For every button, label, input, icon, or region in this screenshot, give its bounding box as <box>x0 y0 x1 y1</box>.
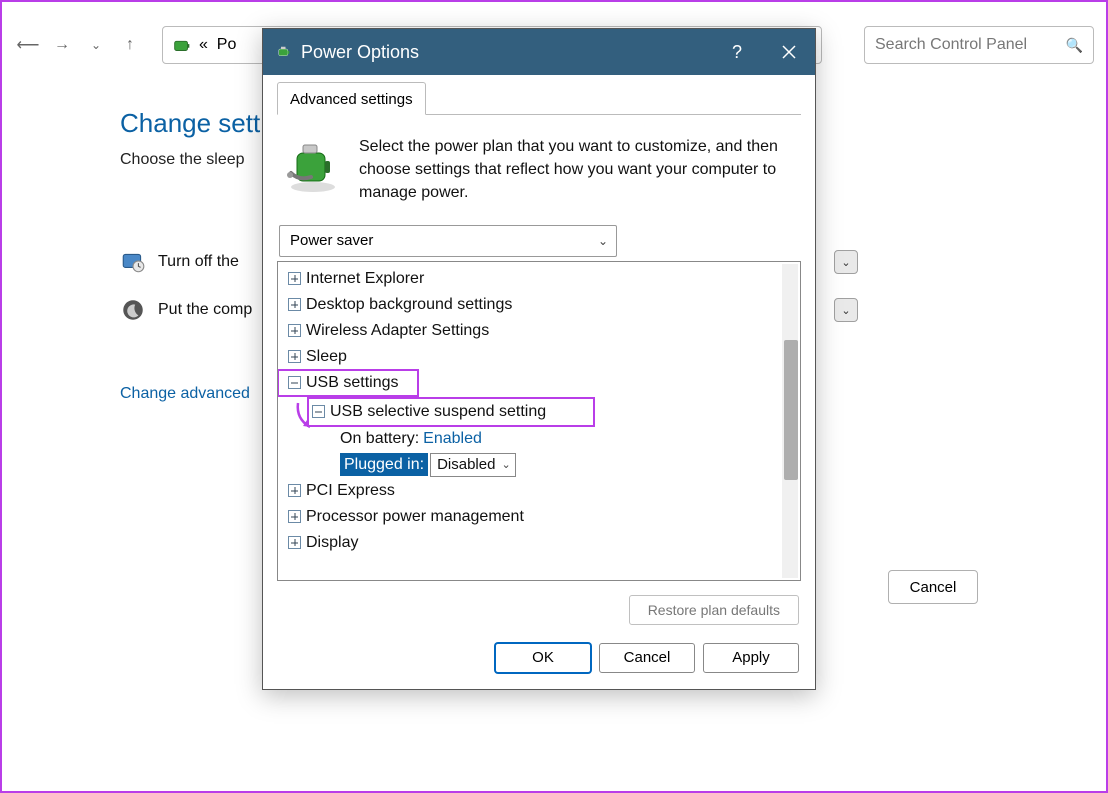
settings-tree: Internet Explorer Desktop background set… <box>277 261 801 581</box>
tree-item-cpu[interactable]: Processor power management <box>278 504 780 530</box>
collapse-icon[interactable] <box>288 376 301 389</box>
power-plan-value: Power saver <box>290 232 373 249</box>
expand-icon[interactable] <box>288 484 301 497</box>
display-timeout-select[interactable]: ⌄ <box>834 250 858 274</box>
ok-button[interactable]: OK <box>495 643 591 673</box>
search-input[interactable]: Search Control Panel 🔍 <box>864 26 1094 64</box>
nav-forward-icon[interactable]: → <box>48 31 76 59</box>
tree-item-display[interactable]: Display <box>278 530 780 556</box>
chevron-down-icon: ⌄ <box>598 234 608 248</box>
dialog-icon <box>275 43 293 61</box>
search-placeholder: Search Control Panel <box>875 36 1027 54</box>
close-button[interactable] <box>763 29 815 75</box>
tree-value-plugged-in: Plugged in: Disabled ⌄ <box>278 452 780 478</box>
power-plan-select[interactable]: Power saver ⌄ <box>279 225 617 257</box>
breadcrumb: « Po <box>199 36 236 54</box>
tree-item-wireless[interactable]: Wireless Adapter Settings <box>278 318 780 344</box>
on-battery-value[interactable]: Enabled <box>423 430 482 448</box>
sleep-icon <box>120 297 146 323</box>
tree-item-usb-suspend[interactable]: USB selective suspend setting <box>308 398 594 426</box>
chevron-down-icon: ⌄ <box>501 458 510 471</box>
battery-icon <box>171 34 193 56</box>
search-icon: 🔍 <box>1066 37 1083 54</box>
sleep-select[interactable]: ⌄ <box>834 298 858 322</box>
battery-large-icon <box>283 135 343 195</box>
tree-item-desktop[interactable]: Desktop background settings <box>278 292 780 318</box>
expand-icon[interactable] <box>288 510 301 523</box>
dialog-title: Power Options <box>301 42 711 63</box>
scrollbar[interactable] <box>782 264 798 578</box>
tree-item-sleep[interactable]: Sleep <box>278 344 780 370</box>
sleep-label: Put the comp <box>158 301 252 319</box>
cancel-button-bg[interactable]: Cancel <box>888 570 978 604</box>
nav-up-icon[interactable]: ↑ <box>116 31 144 59</box>
display-timeout-icon <box>120 249 146 275</box>
intro-text: Select the power plan that you want to c… <box>359 135 795 205</box>
expand-icon[interactable] <box>288 298 301 311</box>
help-button[interactable]: ? <box>711 29 763 75</box>
restore-defaults-button[interactable]: Restore plan defaults <box>629 595 799 625</box>
expand-icon[interactable] <box>288 350 301 363</box>
plugged-in-label: Plugged in: <box>340 453 428 476</box>
apply-button[interactable]: Apply <box>703 643 799 673</box>
expand-icon[interactable] <box>288 272 301 285</box>
tree-value-on-battery[interactable]: On battery: Enabled <box>278 426 780 452</box>
display-timeout-label: Turn off the <box>158 253 239 271</box>
titlebar[interactable]: Power Options ? <box>263 29 815 75</box>
tree-item-ie[interactable]: Internet Explorer <box>278 266 780 292</box>
cancel-button[interactable]: Cancel <box>599 643 695 673</box>
power-options-dialog: Power Options ? Advanced settings Select… <box>262 28 816 690</box>
expand-icon[interactable] <box>288 536 301 549</box>
tree-item-pcie[interactable]: PCI Express <box>278 478 780 504</box>
plugged-in-select[interactable]: Disabled ⌄ <box>430 453 516 477</box>
nav-back-icon[interactable]: ⟵ <box>14 31 42 59</box>
tab-advanced-settings[interactable]: Advanced settings <box>277 82 426 115</box>
advanced-link[interactable]: Change advanced <box>120 385 250 403</box>
collapse-icon[interactable] <box>312 405 325 418</box>
scrollbar-thumb[interactable] <box>784 340 798 480</box>
nav-recent-icon[interactable]: ⌄ <box>82 31 110 59</box>
tree-item-usb[interactable]: USB settings <box>278 370 418 396</box>
expand-icon[interactable] <box>288 324 301 337</box>
